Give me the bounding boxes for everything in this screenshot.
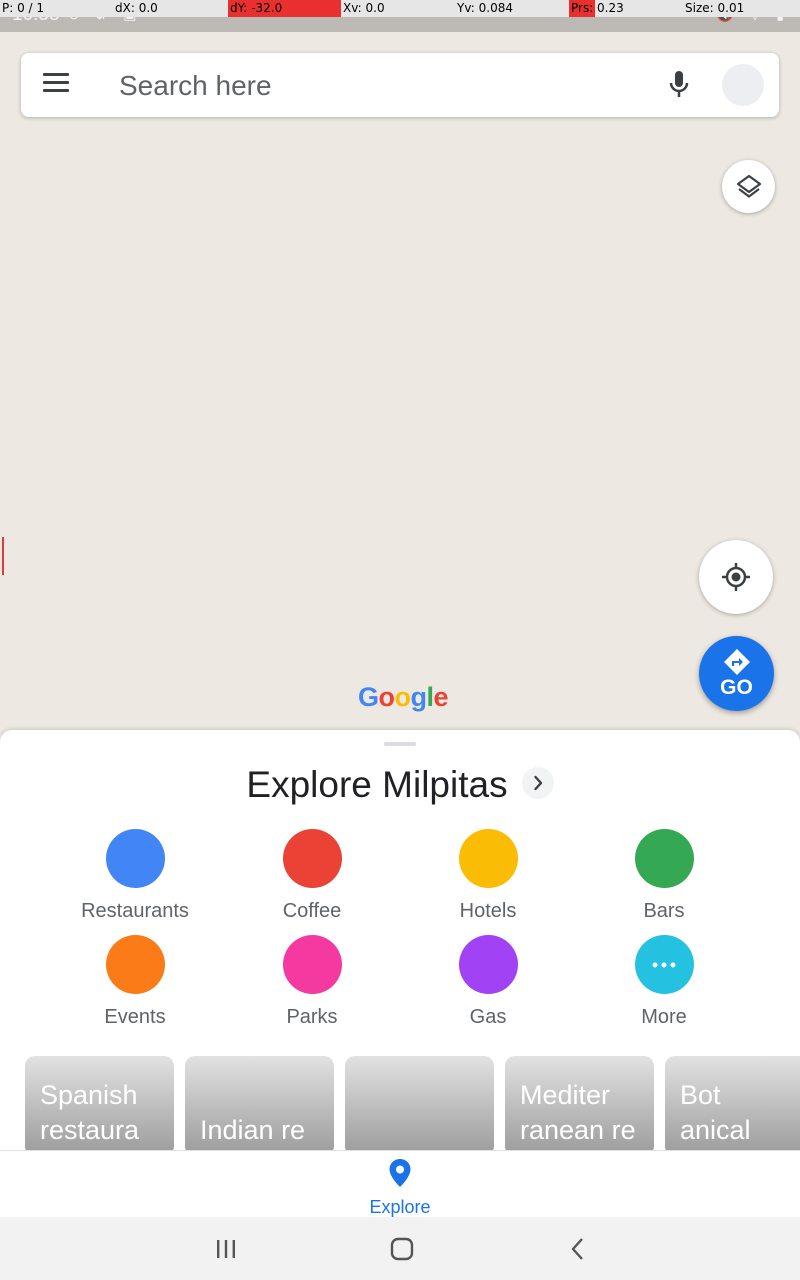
debug-prs-value: 0.23: [597, 1, 624, 15]
home-icon: [390, 1237, 414, 1261]
category-dot: [458, 935, 518, 994]
suggestion-card[interactable]: Mediter ranean re: [505, 1056, 654, 1150]
pointer-debug-bar: P: 0 / 1 dX: 0.0 dY: -32.0 Xv: 0.0 Yv: 0…: [0, 0, 800, 17]
category-dot: [282, 829, 342, 888]
category-restaurants[interactable]: Restaurants: [47, 829, 223, 923]
recent-apps-icon: [217, 1240, 235, 1258]
category-label: Parks: [286, 1006, 338, 1028]
map-canvas[interactable]: [0, 32, 800, 732]
debug-yv: Yv: 0.084: [457, 1, 513, 15]
card-title: Bot anical: [680, 1080, 751, 1145]
debug-xv: Xv: 0.0: [343, 1, 385, 15]
category-label: Restaurants: [81, 900, 189, 922]
microphone-icon[interactable]: [665, 69, 693, 101]
suggestion-card[interactable]: Spanish restaura: [25, 1056, 174, 1150]
search-bar[interactable]: [21, 53, 779, 117]
category-dot: [105, 935, 165, 994]
touch-trace-mark: [2, 537, 4, 575]
category-dot: [105, 829, 165, 888]
sheet-drag-handle[interactable]: [384, 742, 416, 746]
tab-explore-label: Explore: [369, 1197, 431, 1217]
category-label: Gas: [469, 1006, 507, 1028]
google-logo-letter: l: [426, 682, 435, 712]
suggestion-card[interactable]: [345, 1056, 494, 1150]
category-events[interactable]: Events: [47, 935, 223, 1029]
category-gas[interactable]: Gas: [400, 935, 576, 1029]
debug-dx: dX: 0.0: [115, 1, 158, 15]
directions-icon: [723, 649, 750, 675]
back-button[interactable]: [558, 1231, 598, 1267]
suggestion-cards: Spanish restaura Indian re Mediter ranea…: [0, 1056, 800, 1150]
category-label: Hotels: [459, 900, 517, 922]
category-dot: [282, 935, 342, 994]
layers-icon: [736, 174, 761, 198]
category-coffee[interactable]: Coffee: [224, 829, 400, 923]
home-button[interactable]: [382, 1231, 422, 1267]
google-logo: Google: [358, 682, 449, 713]
google-logo-letter: G: [358, 682, 379, 712]
go-label: GO: [720, 676, 753, 699]
bottom-navigation: Explore: [0, 1150, 800, 1218]
category-dot: [634, 935, 694, 994]
tab-explore[interactable]: Explore: [340, 1155, 460, 1217]
my-location-icon: [722, 563, 750, 591]
debug-prs-label: Prs:: [569, 0, 595, 17]
card-title: Indian re: [200, 1115, 306, 1145]
account-avatar[interactable]: [722, 64, 764, 106]
explore-title: Explore Milpitas: [246, 764, 508, 805]
category-hotels[interactable]: Hotels: [400, 829, 576, 923]
more-dots-icon: [652, 962, 676, 967]
category-label: Coffee: [282, 900, 342, 922]
category-label: More: [641, 1006, 687, 1028]
chevron-right-icon[interactable]: [521, 767, 554, 799]
back-icon: [571, 1238, 583, 1260]
google-logo-letter: e: [433, 682, 449, 712]
directions-go-button[interactable]: GO: [699, 636, 774, 711]
debug-pointer: P: 0 / 1: [2, 1, 45, 15]
suggestion-card[interactable]: Indian re: [185, 1056, 334, 1150]
category-dot: [458, 829, 518, 888]
google-logo-letter: g: [410, 682, 428, 712]
layers-button[interactable]: [722, 160, 775, 213]
suggestion-card[interactable]: Bot anical: [665, 1056, 800, 1150]
search-input[interactable]: [117, 65, 641, 107]
card-title: Spanish restaura: [40, 1080, 140, 1145]
recent-apps-button[interactable]: [206, 1231, 246, 1267]
card-title: Mediter ranean re: [520, 1080, 636, 1145]
hamburger-menu-icon[interactable]: [43, 73, 69, 95]
debug-size: Size: 0.01: [685, 1, 745, 15]
explore-title-row: Explore Milpitas: [0, 764, 800, 806]
category-parks[interactable]: Parks: [224, 935, 400, 1029]
debug-dy: dY: -32.0: [228, 0, 341, 17]
category-bars[interactable]: Bars: [576, 829, 752, 923]
my-location-button[interactable]: [699, 540, 773, 614]
google-logo-letter: o: [378, 682, 396, 712]
category-label: Events: [104, 1006, 166, 1028]
system-navigation-bar: [0, 1217, 800, 1280]
location-pin-icon: [389, 1159, 411, 1187]
category-label: Bars: [643, 900, 685, 922]
google-logo-letter: o: [394, 682, 412, 712]
category-more[interactable]: More: [576, 935, 752, 1029]
category-dot: [634, 829, 694, 888]
